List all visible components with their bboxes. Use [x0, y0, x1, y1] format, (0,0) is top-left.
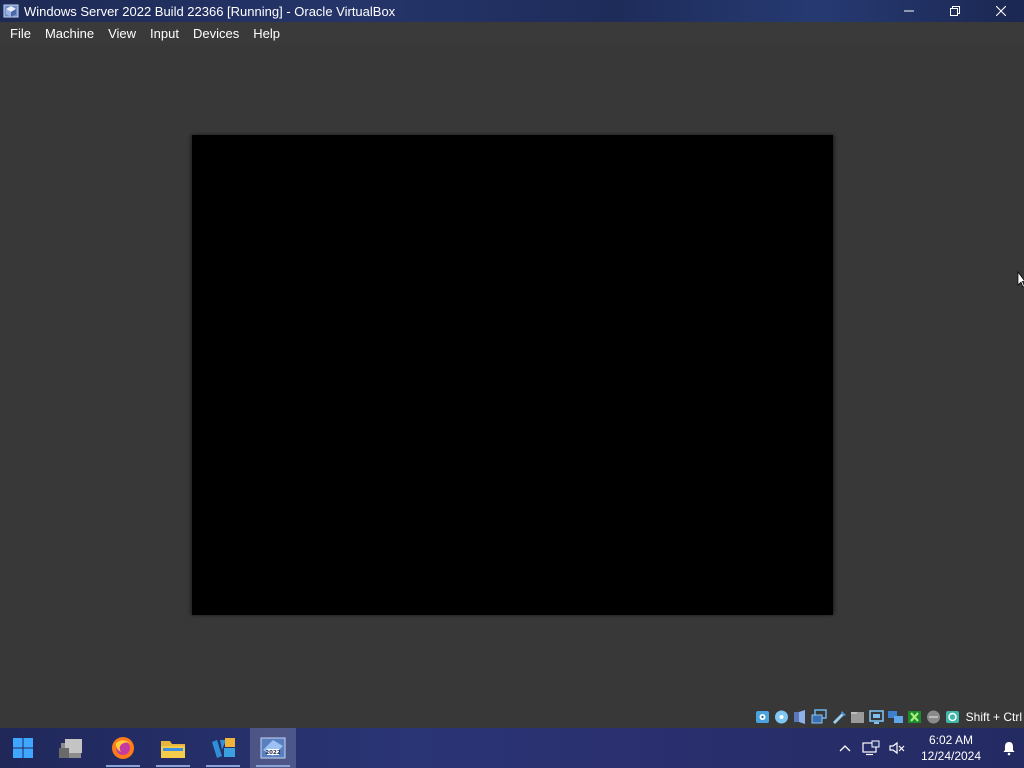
svg-text:2022: 2022	[265, 750, 280, 756]
shared-folders-icon[interactable]	[849, 709, 866, 725]
menu-bar: File Machine View Input Devices Help	[0, 22, 1024, 45]
start-button[interactable]	[0, 728, 46, 768]
virtualbox-manager-app[interactable]	[200, 728, 246, 768]
menu-machine[interactable]: Machine	[38, 22, 101, 45]
volume-muted-icon[interactable]	[884, 728, 910, 768]
menu-devices[interactable]: Devices	[186, 22, 246, 45]
guest-additions-icon[interactable]	[944, 709, 961, 725]
title-bar[interactable]: Windows Server 2022 Build 22366 [Running…	[0, 0, 1024, 22]
clock[interactable]: 6:02 AM 12/24/2024	[914, 732, 988, 764]
file-explorer-app[interactable]	[150, 728, 196, 768]
optical-drive-icon[interactable]	[773, 709, 790, 725]
close-button[interactable]	[978, 0, 1024, 22]
system-tray: 6:02 AM 12/24/2024	[832, 728, 1024, 768]
file-manager-app[interactable]	[48, 728, 94, 768]
windows-logo-icon	[13, 738, 33, 758]
host-key-label: Shift + Ctrl	[965, 710, 1022, 724]
minimize-button[interactable]	[886, 0, 932, 22]
clock-date: 12/24/2024	[920, 749, 982, 763]
notifications-icon[interactable]	[994, 728, 1024, 768]
windows-server-2022-vm-app[interactable]: 2022	[250, 728, 296, 768]
usb-icon[interactable]	[830, 709, 847, 725]
video-capture-icon[interactable]	[887, 709, 904, 725]
mouse-cursor-icon	[1017, 271, 1024, 288]
taskbar: 2022 6:02 AM 12/24/2024	[0, 728, 1024, 768]
server-manager-icon	[59, 739, 82, 758]
close-icon	[996, 6, 1006, 16]
virtualbox-icon	[3, 3, 19, 19]
mouse-integration-icon[interactable]	[906, 709, 923, 725]
virtualbox-manager-icon	[212, 738, 235, 758]
display-icon[interactable]	[868, 709, 885, 725]
firefox-icon	[112, 737, 134, 759]
keyboard-icon[interactable]	[925, 709, 942, 725]
clock-time: 6:02 AM	[928, 733, 974, 747]
audio-icon[interactable]	[792, 709, 809, 725]
restore-button[interactable]	[932, 0, 978, 22]
hard-disk-icon[interactable]	[754, 709, 771, 725]
show-hidden-icons-chevron-icon[interactable]	[832, 728, 858, 768]
restore-icon	[950, 6, 960, 16]
status-bar: Shift + Ctrl	[754, 707, 1024, 727]
window-title: Windows Server 2022 Build 22366 [Running…	[24, 3, 396, 19]
menu-help[interactable]: Help	[246, 22, 287, 45]
folder-icon	[161, 741, 185, 758]
minimize-icon	[904, 10, 914, 12]
network-status-icon[interactable]	[858, 728, 884, 768]
network-icon[interactable]	[811, 709, 828, 725]
vm-2022-icon: 2022	[260, 737, 286, 759]
guest-display[interactable]	[192, 135, 833, 615]
menu-view[interactable]: View	[101, 22, 143, 45]
menu-input[interactable]: Input	[143, 22, 186, 45]
virtualbox-window: Windows Server 2022 Build 22366 [Running…	[0, 0, 1024, 728]
window-controls	[886, 0, 1024, 22]
firefox-app[interactable]	[100, 728, 146, 768]
menu-file[interactable]: File	[3, 22, 38, 45]
